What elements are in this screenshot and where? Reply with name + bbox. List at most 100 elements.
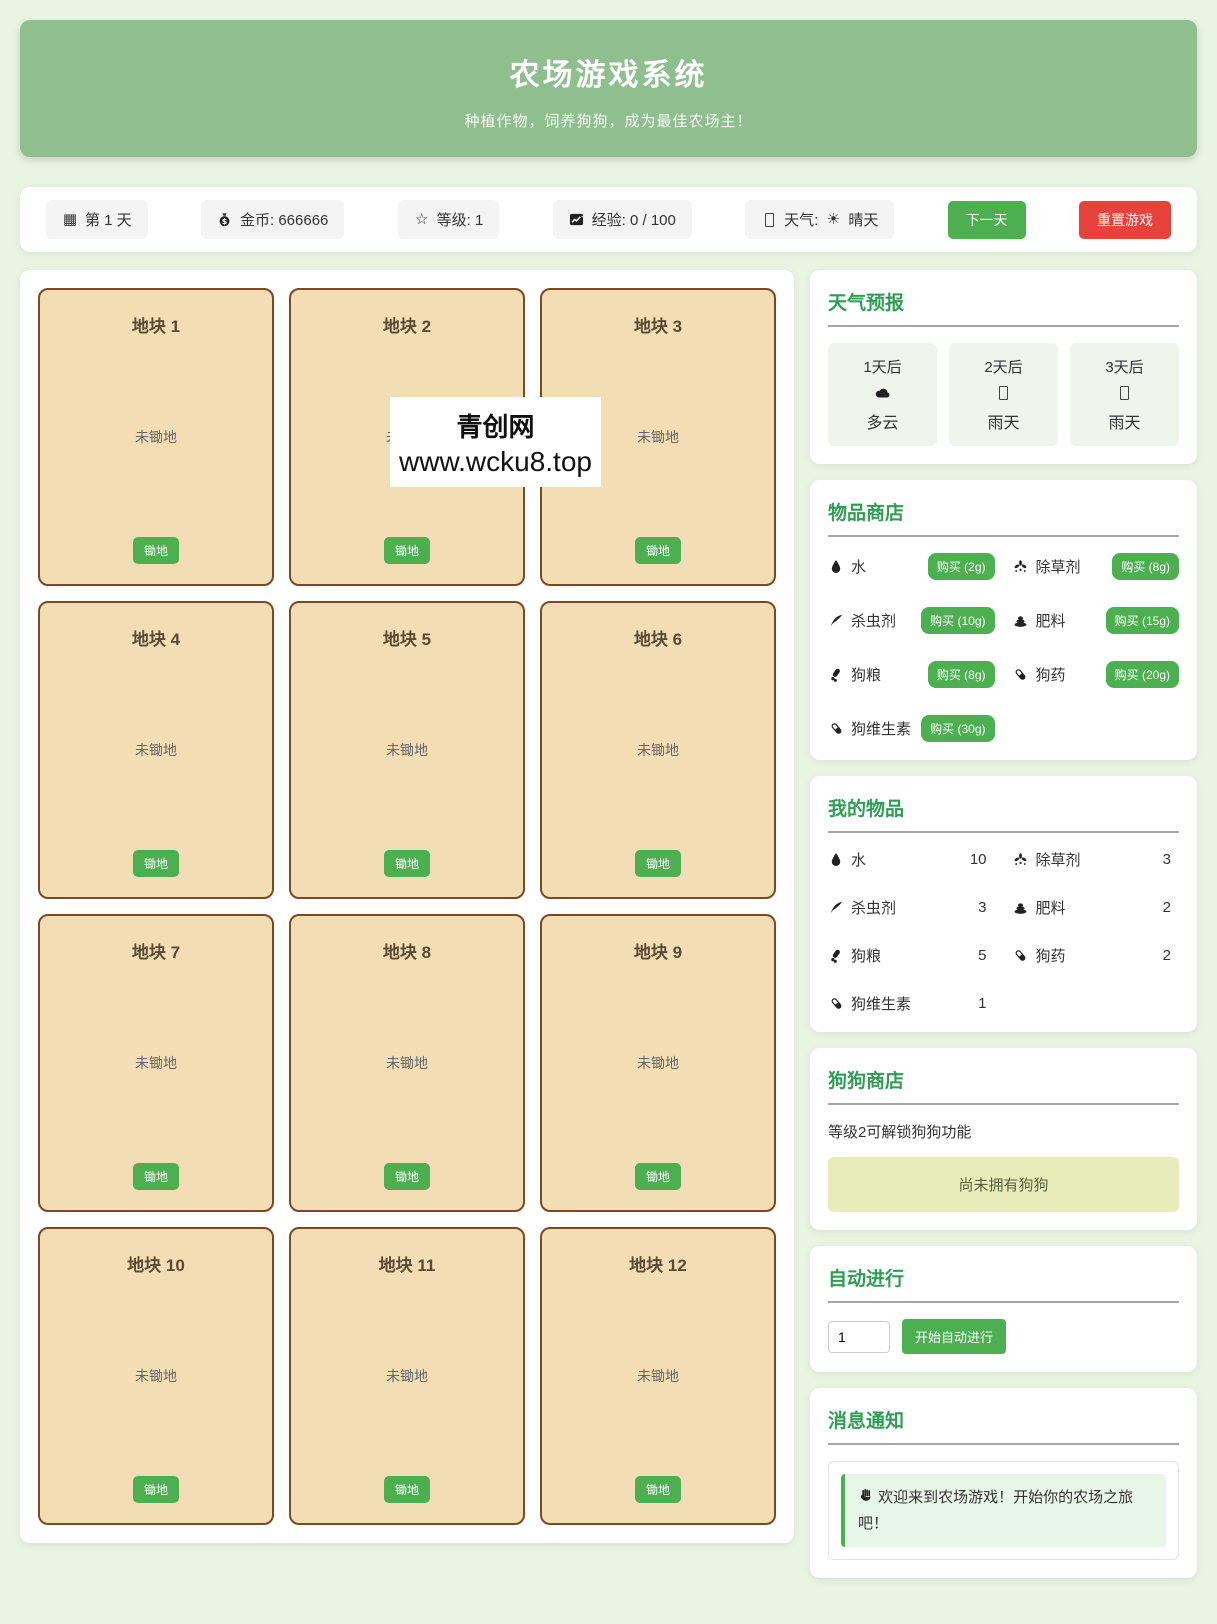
plot-card: 地块 5 未锄地锄地: [289, 601, 525, 899]
fertilizer-icon: [1013, 900, 1029, 916]
shop-item-name: 水: [851, 556, 866, 577]
sun-icon: ☀: [825, 212, 841, 228]
inventory-item-info: 狗粮: [828, 945, 881, 966]
hoe-button[interactable]: 锄地: [635, 1476, 681, 1503]
money-bag-icon: $: [217, 212, 233, 228]
forecast-when: 2天后: [953, 356, 1054, 377]
inventory-item-info: 狗维生素: [828, 993, 911, 1014]
plot-title: 地块 9: [634, 938, 682, 963]
content-area: 地块 1未锄地锄地地块 2未锄地锄地地块 3未锄地锄地地块 4未锄地锄地地块 5…: [20, 270, 1197, 1594]
plot-title: 地块 8: [383, 938, 431, 963]
page-title: 农场游戏系统: [20, 50, 1197, 94]
auto-days-input[interactable]: [828, 1321, 890, 1353]
forecast-when: 3天后: [1074, 356, 1175, 377]
herbicide-icon: [1013, 559, 1029, 575]
plot-status: 未锄地: [135, 1053, 177, 1073]
plot-card: 地块 8未锄地锄地: [289, 914, 525, 1212]
tofu-icon: [996, 385, 1012, 401]
plot-status: 未锄地: [135, 1366, 177, 1386]
plot-title: 地块 1: [132, 312, 180, 337]
hoe-button[interactable]: 锄地: [635, 850, 681, 877]
hoe-button[interactable]: 锄地: [384, 850, 430, 877]
status-bar: ▦ 第 1 天 $ 金币: 666666 ☆ 等级: 1 经验: 0 / 100…: [20, 187, 1197, 252]
dog-food-icon: [828, 667, 844, 683]
inventory-item: 杀虫剂3: [828, 897, 995, 918]
exp-counter: 经验: 0 / 100: [553, 200, 692, 239]
tofu-icon: [1117, 385, 1133, 401]
shop-item-name: 肥料: [1036, 610, 1066, 631]
hoe-button[interactable]: 锄地: [384, 1476, 430, 1503]
hoe-button[interactable]: 锄地: [384, 1163, 430, 1190]
hoe-button[interactable]: 锄地: [635, 537, 681, 564]
buy-button[interactable]: 购买 (20g): [1106, 661, 1179, 688]
droplet-icon: [828, 559, 844, 575]
shop-item: 肥料 购买 (15g): [1013, 607, 1180, 634]
buy-button[interactable]: 购买 (15g): [1106, 607, 1179, 634]
message-text: 欢迎来到农场游戏！开始你的农场之旅吧！: [858, 1489, 1133, 1532]
plot-title: 地块 12: [629, 1251, 687, 1276]
auto-play-controls: 开始自动进行: [828, 1319, 1179, 1354]
shop-item: 水 购买 (2g): [828, 553, 995, 580]
buy-button[interactable]: 购买 (10g): [921, 607, 994, 634]
hoe-button[interactable]: 锄地: [133, 537, 179, 564]
forecast-label: 雨天: [1074, 409, 1175, 433]
inventory-item-name: 狗粮: [851, 945, 881, 966]
plot-status: 未锄地: [386, 740, 428, 760]
inventory-item-name: 除草剂: [1036, 849, 1081, 870]
inventory-item-name: 狗维生素: [851, 993, 911, 1014]
next-day-button[interactable]: 下一天: [948, 201, 1026, 239]
day-counter-label: 第 1 天: [85, 209, 132, 230]
shop-item: 杀虫剂购买 (10g): [828, 607, 995, 634]
shop-item-info: 狗粮: [828, 664, 881, 685]
buy-button[interactable]: 购买 (30g): [921, 715, 994, 742]
page-header: 农场游戏系统 种植作物，饲养狗狗，成为最佳农场主！: [20, 20, 1197, 157]
level-counter: ☆ 等级: 1: [398, 200, 500, 239]
plot-title: 地块 10: [127, 1251, 185, 1276]
shop-grid: 水购买 (2g)除草剂购买 (8g)杀虫剂购买 (10g)肥料购买 (15g)狗…: [828, 553, 1179, 742]
inventory-item-info: 水: [828, 849, 866, 870]
pill-icon: [828, 996, 844, 1012]
shop-item: 狗药 购买 (20g): [1013, 661, 1180, 688]
my-items-panel: 我的物品 水10除草剂3杀虫剂3肥料2狗粮5狗药2狗维生素1: [810, 776, 1197, 1032]
forecast-when: 1天后: [832, 356, 933, 377]
inventory-item-count: 5: [978, 947, 994, 964]
inventory-item-count: 2: [1163, 899, 1179, 916]
watermark-line2: www.wcku8.top: [399, 446, 592, 478]
pill-icon: [1013, 667, 1029, 683]
star-icon: ☆: [414, 212, 430, 228]
hoe-button[interactable]: 锄地: [133, 1163, 179, 1190]
shop-item-info: 狗药: [1013, 664, 1066, 685]
inventory-item-name: 肥料: [1036, 897, 1066, 918]
tofu-icon: [761, 212, 777, 228]
hoe-button[interactable]: 锄地: [133, 850, 179, 877]
start-auto-button[interactable]: 开始自动进行: [902, 1319, 1006, 1354]
shop-item-info: 水: [828, 556, 866, 577]
shop-item: 狗维生素购买 (30g): [828, 715, 995, 742]
forecast-row: 1天后多云2天后雨天3天后雨天: [828, 343, 1179, 446]
forecast-card: 2天后雨天: [949, 343, 1058, 446]
plot-title: 地块 5: [383, 625, 431, 650]
herbicide-icon: [1013, 852, 1029, 868]
inventory-item-info: 杀虫剂: [828, 897, 896, 918]
hoe-button[interactable]: 锄地: [635, 1163, 681, 1190]
inventory-grid: 水10除草剂3杀虫剂3肥料2狗粮5狗药2狗维生素1: [828, 849, 1179, 1014]
reset-game-button[interactable]: 重置游戏: [1079, 201, 1171, 239]
inventory-item-info: 除草剂: [1013, 849, 1081, 870]
inventory-item-info: 肥料: [1013, 897, 1066, 918]
my-items-title: 我的物品: [828, 794, 1179, 833]
buy-button[interactable]: 购买 (8g): [928, 661, 995, 688]
level-counter-label: 等级: 1: [437, 209, 484, 230]
auto-play-title: 自动进行: [828, 1264, 1179, 1303]
shop-item-info: 除草剂: [1013, 556, 1081, 577]
hoe-button[interactable]: 锄地: [384, 537, 430, 564]
plot-title: 地块 3: [634, 312, 682, 337]
weather-status: 天气: ☀ 晴天: [745, 200, 894, 239]
hoe-button[interactable]: 锄地: [133, 1476, 179, 1503]
buy-button[interactable]: 购买 (2g): [928, 553, 995, 580]
shop-item: 除草剂 购买 (8g): [1013, 553, 1180, 580]
auto-play-panel: 自动进行 开始自动进行: [810, 1246, 1197, 1372]
sidebar: 天气预报 1天后多云2天后雨天3天后雨天 物品商店 水购买 (2g)除草剂购买 …: [810, 270, 1197, 1594]
plot-title: 地块 11: [379, 1251, 436, 1276]
plot-card: 地块 7未锄地锄地: [38, 914, 274, 1212]
buy-button[interactable]: 购买 (8g): [1112, 553, 1179, 580]
